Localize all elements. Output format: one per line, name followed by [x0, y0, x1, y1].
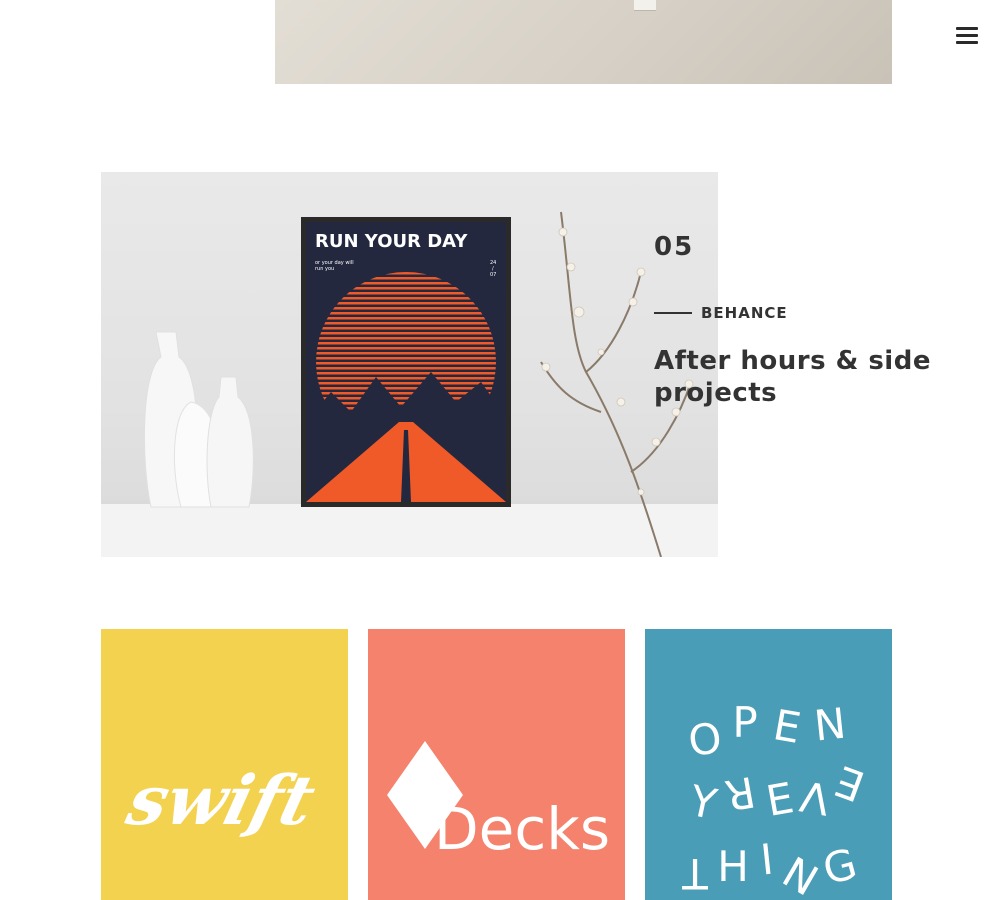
poster-date-month: 07 — [490, 272, 496, 278]
hamburger-menu-icon[interactable] — [954, 24, 980, 48]
sun-stripe — [316, 312, 496, 315]
decks-logo: Decks — [387, 741, 610, 863]
open-everything-letter: H — [717, 842, 749, 891]
sun-stripe — [316, 347, 496, 350]
sun-stripe — [316, 382, 496, 385]
open-everything-letter: E — [770, 700, 805, 753]
sun-stripe — [316, 332, 496, 335]
sun-stripe — [316, 357, 496, 360]
open-everything-letter: E — [763, 773, 798, 826]
sun-stripe — [316, 377, 496, 380]
book-corner-decoration — [634, 0, 656, 11]
project-feature-image[interactable]: RUN YOUR DAY or your day will run you 24… — [101, 172, 718, 557]
sun-stripe — [316, 362, 496, 365]
project-tile-decks[interactable]: Decks — [368, 629, 625, 900]
sun-stripe — [316, 367, 496, 370]
open-everything-letter: I — [758, 834, 775, 884]
poster-subline-2: run you — [315, 266, 334, 272]
open-everything-letter: N — [774, 847, 826, 900]
project-title[interactable]: After hours & side projects — [654, 345, 954, 409]
swift-logo-text: swift — [119, 761, 323, 841]
open-everything-letter: Y — [684, 776, 721, 830]
open-everything-letter: V — [796, 771, 833, 824]
poster-mockup-scene: RUN YOUR DAY or your day will run you 24… — [101, 211, 718, 557]
decks-logo-text: Decks — [434, 795, 610, 863]
project-tile-swift[interactable]: swift — [101, 629, 348, 900]
open-everything-letter: R — [721, 767, 758, 820]
swift-logo: swift — [119, 761, 323, 841]
open-everything-letter: O — [685, 713, 725, 766]
sun-stripe — [316, 317, 496, 320]
open-everything-letter: N — [812, 698, 848, 750]
sun-stripe — [316, 352, 496, 355]
sun-stripe — [316, 327, 496, 330]
open-everything-letter: E — [829, 756, 871, 811]
open-everything-logo: O P E NY R E VET H ING — [682, 698, 871, 900]
sun-stripe — [316, 307, 496, 310]
project-category[interactable]: BEHANCE — [701, 304, 788, 322]
sun-stripe — [316, 337, 496, 340]
open-everything-letter: P — [732, 698, 757, 747]
shelf — [101, 502, 718, 557]
open-everything-letter: T — [682, 849, 709, 898]
poster-headline: RUN YOUR DAY — [315, 231, 468, 252]
white-vases — [143, 331, 254, 508]
project-number: 05 — [654, 232, 695, 262]
sun-stripe — [316, 342, 496, 345]
sun-stripe — [316, 372, 496, 375]
previous-project-image[interactable] — [275, 0, 892, 84]
sun-stripe — [316, 322, 496, 325]
open-everything-letter: G — [818, 839, 862, 895]
category-divider — [654, 312, 692, 314]
project-tile-open-everything[interactable]: OPENYREVETHING — [645, 629, 892, 900]
